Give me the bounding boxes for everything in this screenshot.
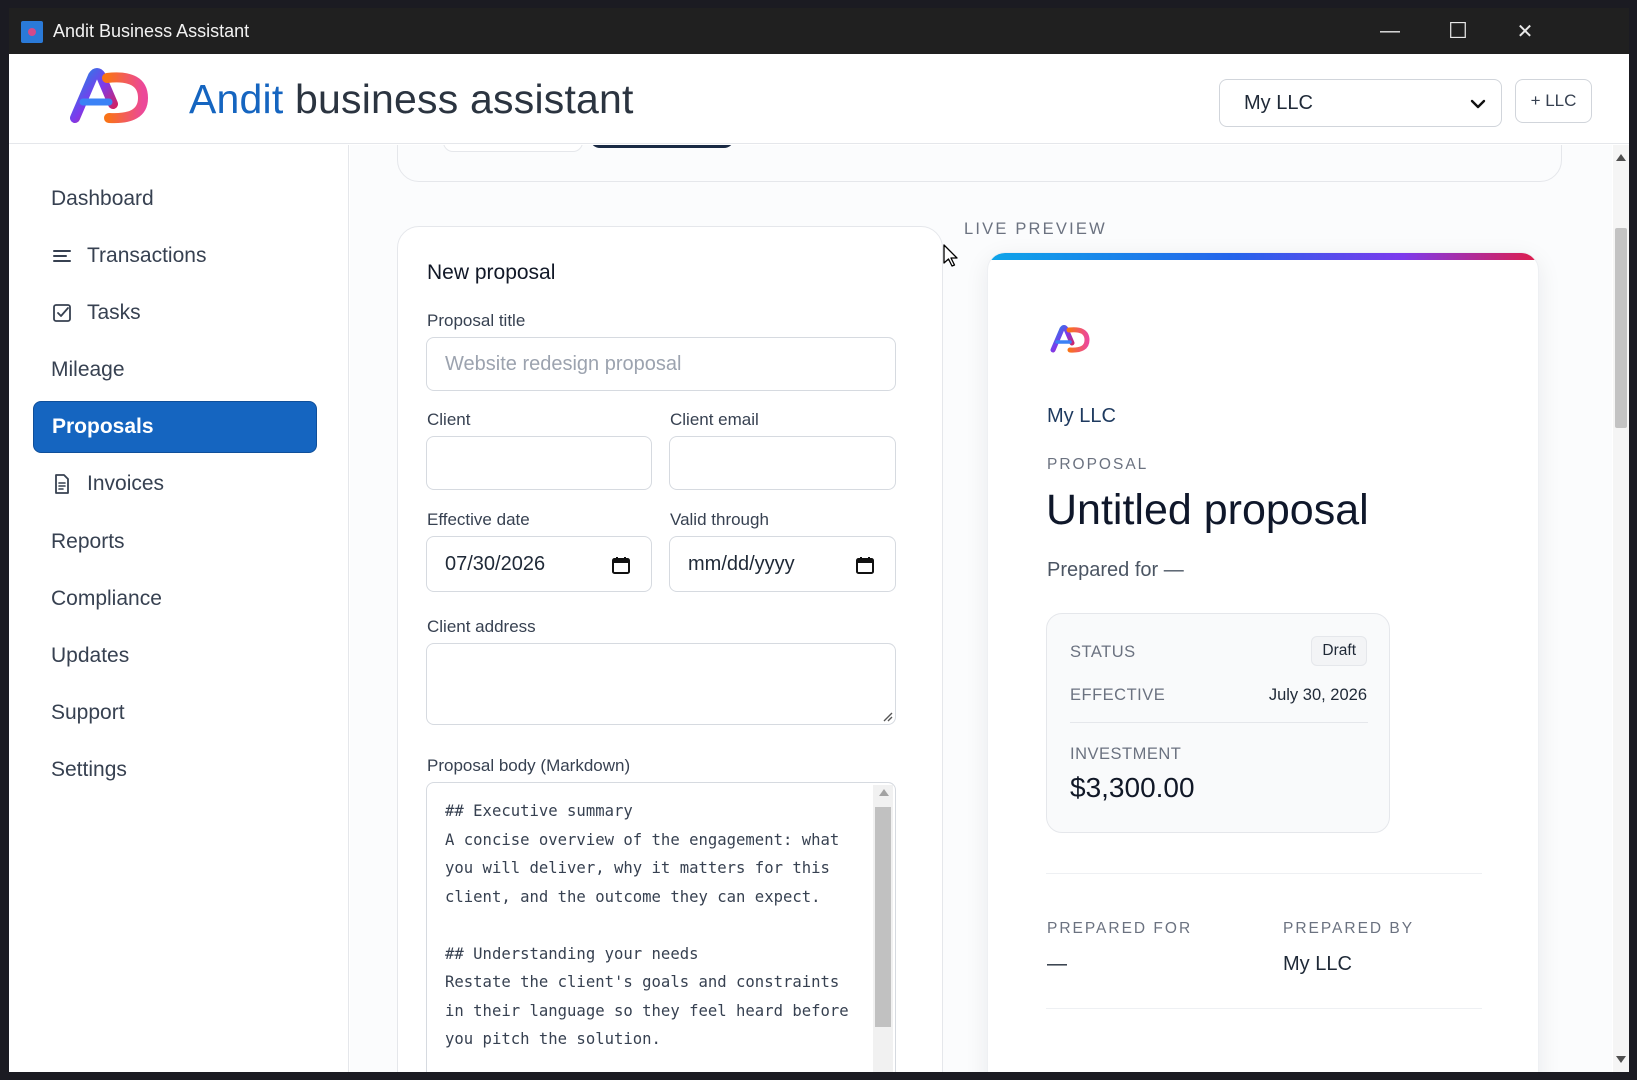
- prepared-for-key: PREPARED FOR: [1047, 920, 1193, 937]
- valid-through-input[interactable]: mm/dd/yyyy: [669, 536, 896, 592]
- page-scroll-thumb[interactable]: [1615, 228, 1627, 428]
- sidebar-item-reports[interactable]: Reports: [33, 516, 317, 568]
- status-badge: Draft: [1311, 636, 1367, 666]
- client-email-label: Client email: [670, 410, 759, 429]
- effective-value: July 30, 2026: [1268, 686, 1367, 704]
- effective-date-input[interactable]: 07/30/2026: [426, 536, 652, 592]
- preview-company-name: My LLC: [1047, 405, 1116, 427]
- sidebar-item-updates[interactable]: Updates: [33, 630, 317, 682]
- andit-logo-icon: [1050, 325, 1090, 353]
- preview-divider: [1046, 1008, 1482, 1009]
- preview-title: Untitled proposal: [1046, 486, 1369, 534]
- status-summary-card: STATUS Draft EFFECTIVE July 30, 2026 INV…: [1046, 613, 1390, 833]
- scroll-up-arrow-icon[interactable]: [1616, 154, 1626, 161]
- investment-value: $3,300.00: [1070, 772, 1195, 803]
- mouse-cursor-icon: [943, 244, 958, 267]
- sidebar: Dashboard Transactions Tasks Mileage Pro…: [9, 145, 349, 1072]
- textarea-scroll-thumb[interactable]: [875, 807, 891, 1027]
- valid-through-label: Valid through: [670, 510, 769, 529]
- client-email-input[interactable]: [669, 436, 896, 490]
- client-address-label: Client address: [427, 617, 536, 636]
- checkbox-icon: [51, 302, 73, 324]
- proposal-body-text: ## Executive summary A concise overview …: [445, 802, 849, 1048]
- secondary-button[interactable]: [443, 145, 583, 152]
- sidebar-item-compliance[interactable]: Compliance: [33, 573, 317, 625]
- app-header: Andit business assistant My LLC + LLC: [9, 54, 1629, 144]
- client-label: Client: [427, 410, 471, 429]
- preview-prepared-for-line: Prepared for —: [1047, 559, 1184, 581]
- chevron-down-icon: [1470, 99, 1486, 109]
- minimize-button[interactable]: —: [1355, 8, 1425, 54]
- sidebar-item-tasks[interactable]: Tasks: [33, 287, 317, 339]
- effective-date-label: Effective date: [427, 510, 530, 529]
- proposal-title-label: Proposal title: [427, 311, 526, 330]
- status-divider: [1070, 722, 1368, 723]
- preview-gradient-bar: [988, 253, 1538, 260]
- effective-key: EFFECTIVE: [1070, 686, 1166, 704]
- app-window: Andit Business Assistant — ☐ ✕ Andit bus…: [9, 8, 1629, 1072]
- page-scrollbar[interactable]: [1613, 145, 1629, 1072]
- new-proposal-form: New proposal Proposal title Website rede…: [397, 226, 943, 1072]
- sidebar-item-invoices[interactable]: Invoices: [33, 458, 317, 510]
- preview-divider: [1046, 873, 1482, 874]
- main-content: New proposal Proposal title Website rede…: [350, 145, 1612, 1072]
- sidebar-item-settings[interactable]: Settings: [33, 744, 317, 796]
- proposal-body-textarea[interactable]: ## Executive summary A concise overview …: [426, 782, 896, 1072]
- brand-title: Andit business assistant: [189, 76, 634, 122]
- investment-key: INVESTMENT: [1070, 745, 1182, 763]
- sidebar-item-support[interactable]: Support: [33, 687, 317, 739]
- scroll-down-arrow-icon[interactable]: [1616, 1056, 1626, 1063]
- maximize-button[interactable]: ☐: [1423, 8, 1493, 54]
- sidebar-item-dashboard[interactable]: Dashboard: [33, 173, 317, 225]
- proposal-body-label: Proposal body (Markdown): [427, 756, 631, 775]
- proposal-preview: My LLC PROPOSAL Untitled proposal Prepar…: [987, 252, 1539, 1072]
- sidebar-item-transactions[interactable]: Transactions: [33, 230, 317, 282]
- sidebar-item-proposals[interactable]: Proposals: [33, 401, 317, 453]
- status-key: STATUS: [1070, 643, 1136, 661]
- list-icon: [51, 245, 73, 267]
- proposal-title-input[interactable]: Website redesign proposal: [426, 337, 896, 391]
- primary-button[interactable]: [590, 145, 734, 148]
- title-bar: Andit Business Assistant — ☐ ✕: [9, 8, 1629, 54]
- live-preview-label: LIVE PREVIEW: [964, 220, 1107, 238]
- resize-handle-icon[interactable]: [881, 710, 893, 722]
- form-title: New proposal: [427, 261, 556, 284]
- calendar-icon[interactable]: [611, 555, 631, 575]
- sidebar-item-mileage[interactable]: Mileage: [33, 344, 317, 396]
- app-icon: [21, 21, 43, 43]
- client-address-textarea[interactable]: [426, 643, 896, 725]
- add-llc-button[interactable]: + LLC: [1515, 79, 1592, 123]
- llc-select[interactable]: My LLC: [1219, 79, 1502, 127]
- andit-logo-icon: [70, 68, 149, 124]
- previous-section-card: [397, 145, 1562, 182]
- prepared-by-key: PREPARED BY: [1283, 920, 1415, 937]
- window-title: Andit Business Assistant: [53, 21, 250, 41]
- preview-eyebrow: PROPOSAL: [1047, 456, 1149, 473]
- calendar-icon[interactable]: [855, 555, 875, 575]
- prepared-by-value: My LLC: [1283, 953, 1352, 975]
- document-icon: [51, 473, 73, 495]
- scroll-up-arrow-icon[interactable]: [879, 789, 889, 796]
- client-input[interactable]: [426, 436, 652, 490]
- prepared-for-value: —: [1047, 953, 1067, 975]
- close-button[interactable]: ✕: [1490, 8, 1560, 54]
